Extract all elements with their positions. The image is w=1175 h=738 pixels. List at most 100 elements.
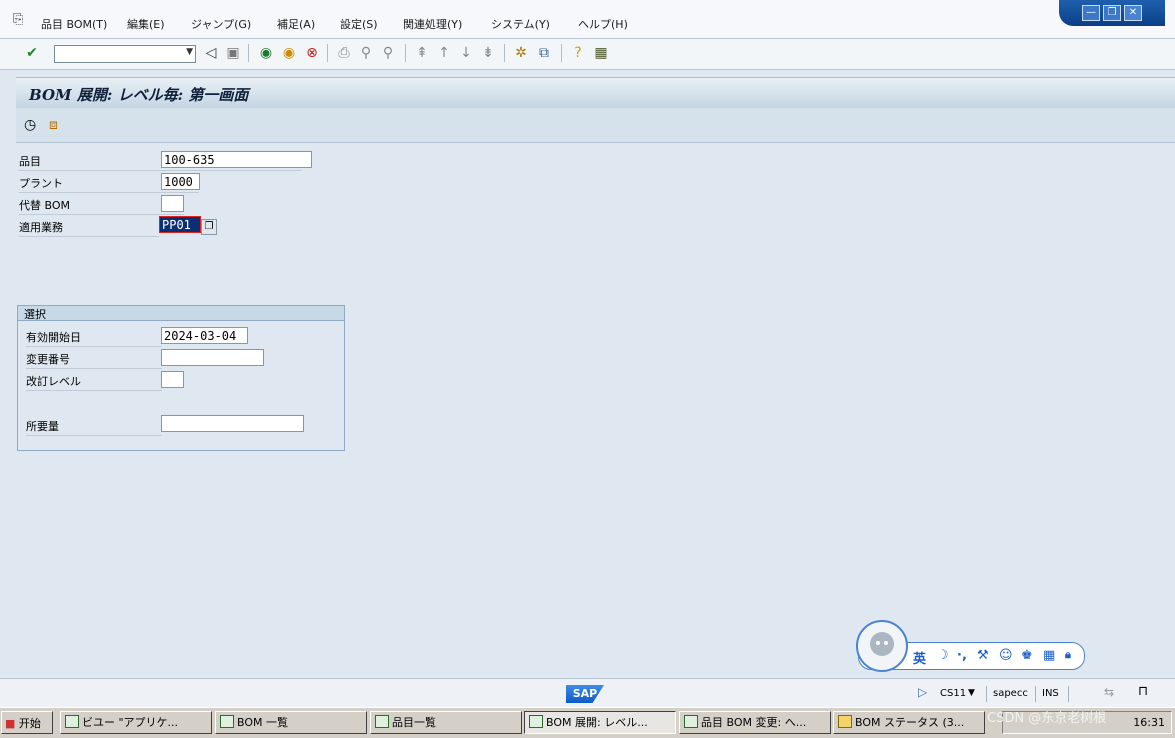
menu-extras[interactable]: 補足(A) <box>277 16 315 32</box>
new-session-icon[interactable]: ✲ <box>513 45 529 61</box>
punctuation-icon[interactable]: ·, <box>957 648 967 663</box>
first-page-icon[interactable]: ⇞ <box>414 45 430 61</box>
minimize-button[interactable]: — <box>1082 5 1100 21</box>
print-icon[interactable]: ⎙ <box>336 45 352 61</box>
alt-bom-label: 代替 BOM <box>19 199 70 212</box>
help-icon[interactable]: ? <box>570 45 586 61</box>
status-lock-icon[interactable]: ⊓ <box>1138 684 1148 699</box>
taskbar-item[interactable]: 品目一覧 <box>370 711 522 734</box>
menu-goto[interactable]: ジャンプ(G) <box>191 16 251 32</box>
selection-group: 選択 有効開始日 2024-03-04 変更番号 改訂レベル 所要量 <box>17 305 345 451</box>
taskbar-item[interactable]: BOM ステータス (3... <box>833 711 985 734</box>
windows-logo-icon: ■ <box>5 717 16 730</box>
taskbar-item-active[interactable]: BOM 展開: レベル... <box>524 711 676 734</box>
revision-level-label: 改訂レベル <box>26 375 81 388</box>
sap-window-icon <box>375 715 389 728</box>
menu-help[interactable]: ヘルプ(H) <box>578 16 628 32</box>
back-icon[interactable]: ◉ <box>258 45 274 61</box>
ime-mascot-avatar[interactable] <box>856 620 908 672</box>
sap-window-icon <box>220 715 234 728</box>
taskbar-item-label: 品目一覧 <box>392 716 436 729</box>
row-bom-usage: 適用業務 <box>19 216 159 237</box>
window-controls: — ❐ ✕ <box>1059 0 1165 26</box>
find-next-icon[interactable]: ⚲ <box>380 45 396 61</box>
status-dropdown-icon[interactable]: ▼ <box>968 688 975 698</box>
taskbar-item[interactable]: ビユー "アプリケ... <box>60 711 212 734</box>
alt-bom-input[interactable] <box>161 195 184 212</box>
grid-apps-icon[interactable]: ▦ <box>1043 648 1055 663</box>
exit-icon[interactable]: ◉ <box>281 45 297 61</box>
toolbar-divider <box>561 44 562 62</box>
valid-from-input[interactable]: 2024-03-04 <box>161 327 248 344</box>
windows-taskbar: ■ 开始 ビユー "アプリケ... BOM 一覧 品目一覧 BOM 展開: レベ… <box>0 707 1175 738</box>
status-expand-icon[interactable]: ▷ <box>918 685 927 699</box>
execute-clock-icon[interactable]: ◷ <box>24 117 36 133</box>
status-divider <box>986 686 987 702</box>
restore-button[interactable]: ❐ <box>1103 5 1121 21</box>
close-button[interactable]: ✕ <box>1124 5 1142 21</box>
toolbar-divider <box>248 44 249 62</box>
chevron-down-icon[interactable]: ▼ <box>186 47 193 57</box>
toolbar-divider <box>504 44 505 62</box>
revision-level-input[interactable] <box>161 371 184 388</box>
row-change-number: 変更番号 <box>26 348 162 369</box>
find-icon[interactable]: ⚲ <box>358 45 374 61</box>
selection-group-title: 選択 <box>24 308 46 321</box>
menu-exit-icon[interactable]: ⎘ <box>13 12 23 27</box>
status-insert-mode: INS <box>1042 688 1059 699</box>
sap-window-icon <box>684 715 698 728</box>
moon-icon[interactable]: ☽ <box>937 648 949 663</box>
sap-window-icon <box>65 715 79 728</box>
value-help-icon[interactable]: ❐ <box>201 219 217 235</box>
wrench-icon[interactable]: ⚒ <box>977 648 989 663</box>
command-field[interactable]: ▼ <box>54 45 196 63</box>
change-number-input[interactable] <box>161 349 264 366</box>
menu-edit[interactable]: 編集(E) <box>127 16 165 32</box>
page-title: BOM 展開: レベル毎: 第一画面 <box>29 86 249 104</box>
start-button[interactable]: ■ 开始 <box>1 711 53 734</box>
next-page-icon[interactable]: ↓ <box>458 45 474 61</box>
menu-system[interactable]: システム(Y) <box>491 16 550 32</box>
last-page-icon[interactable]: ⇟ <box>480 45 496 61</box>
toolbar-divider <box>405 44 406 62</box>
row-valid-from: 有効開始日 <box>26 326 162 347</box>
plant-input[interactable]: 1000 <box>161 173 200 190</box>
enter-check-icon[interactable]: ✔ <box>24 45 40 61</box>
taskbar-item[interactable]: BOM 一覧 <box>215 711 367 734</box>
change-number-label: 変更番号 <box>26 353 70 366</box>
main-content: 品目 100-635 プラント 1000 代替 BOM 適用業務 PP01 ❐ … <box>16 143 1175 677</box>
menu-environment[interactable]: 関連処理(Y) <box>403 16 462 32</box>
plant-label: プラント <box>19 177 63 190</box>
menu-material-bom[interactable]: 品目 BOM(T) <box>41 16 107 32</box>
back-triangle-icon[interactable]: ◁ <box>203 45 219 61</box>
required-qty-input[interactable] <box>161 415 304 432</box>
row-alt-bom: 代替 BOM <box>19 194 184 215</box>
shortcut-icon[interactable]: ⧉ <box>536 45 552 61</box>
selection-group-header: 選択 <box>18 306 344 321</box>
variant-icon[interactable]: ⧈ <box>49 117 58 133</box>
status-server: sapecc <box>993 688 1028 699</box>
status-bar: SAP ▷ CS11 ▼ sapecc INS ⇆ ⊓ <box>0 678 1175 707</box>
row-required-qty: 所要量 <box>26 415 162 436</box>
lock-icon[interactable]: 🔒︎ <box>1065 648 1071 662</box>
ime-mode-toggle[interactable]: 英 <box>913 648 926 667</box>
folder-window-icon <box>838 715 852 728</box>
taskbar-item-label: ビユー "アプリケ... <box>82 716 179 729</box>
valid-from-label: 有効開始日 <box>26 331 81 344</box>
skin-shirt-icon[interactable]: ♚ <box>1021 648 1033 663</box>
material-input[interactable]: 100-635 <box>161 151 312 168</box>
taskbar-item[interactable]: 品目 BOM 変更: へ... <box>679 711 831 734</box>
save-icon[interactable]: ▣ <box>225 45 241 61</box>
title-bar: BOM 展開: レベル毎: 第一画面 <box>16 77 1175 109</box>
smiley-icon[interactable]: ☺ <box>999 648 1013 663</box>
cancel-icon[interactable]: ⊗ <box>304 45 320 61</box>
layout-menu-icon[interactable]: ▦ <box>593 45 609 61</box>
previous-page-icon[interactable]: ↑ <box>436 45 452 61</box>
bom-usage-input[interactable]: PP01 <box>159 216 201 233</box>
tray-clock: 16:31 <box>1133 716 1165 729</box>
menu-settings[interactable]: 設定(S) <box>340 16 378 32</box>
watermark: CSDN @东京老树根 <box>987 711 1107 726</box>
taskbar-item-label: BOM 展開: レベル... <box>546 716 648 729</box>
mascot-eye <box>876 641 880 645</box>
start-label: 开始 <box>18 717 41 730</box>
